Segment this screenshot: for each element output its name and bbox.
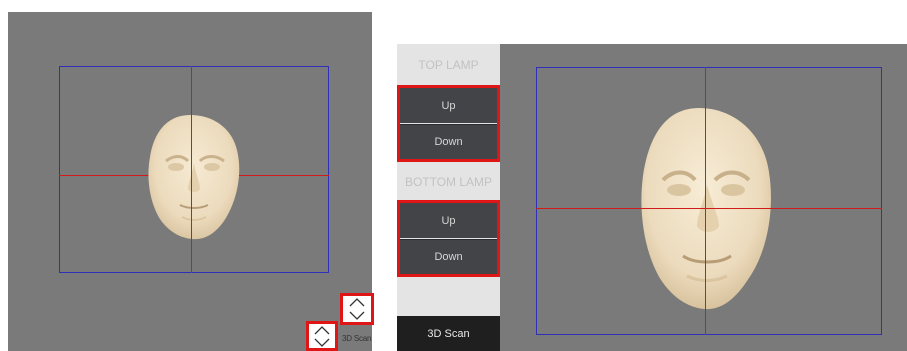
3d-scan-button[interactable]: 3D Scan	[397, 316, 500, 351]
crosshair-vertical	[191, 66, 192, 273]
chevron-down-icon[interactable]	[309, 336, 335, 348]
bottom-lamp-label: BOTTOM LAMP	[404, 175, 493, 189]
lamp-control-sidebar: TOP LAMP Up Down BOTTOM LAMP Up Down 3D …	[397, 44, 500, 351]
chevron-up-icon[interactable]	[343, 296, 371, 309]
top-lamp-label: TOP LAMP	[418, 58, 479, 72]
scan-label-small[interactable]: 3D Scan	[342, 334, 371, 343]
chevron-down-icon[interactable]	[343, 309, 371, 322]
top-lamp-highlight	[397, 85, 500, 162]
right-3d-viewport[interactable]	[500, 44, 907, 351]
left-3d-viewport[interactable]	[8, 12, 372, 351]
face-scan-model	[144, 113, 243, 241]
lower-adjust-stepper[interactable]	[306, 321, 338, 351]
crosshair-vertical	[705, 67, 706, 335]
bottom-lamp-highlight	[397, 200, 500, 277]
upper-adjust-stepper[interactable]	[340, 293, 374, 325]
chevron-up-icon[interactable]	[309, 324, 335, 336]
crosshair-horizontal	[536, 208, 882, 209]
